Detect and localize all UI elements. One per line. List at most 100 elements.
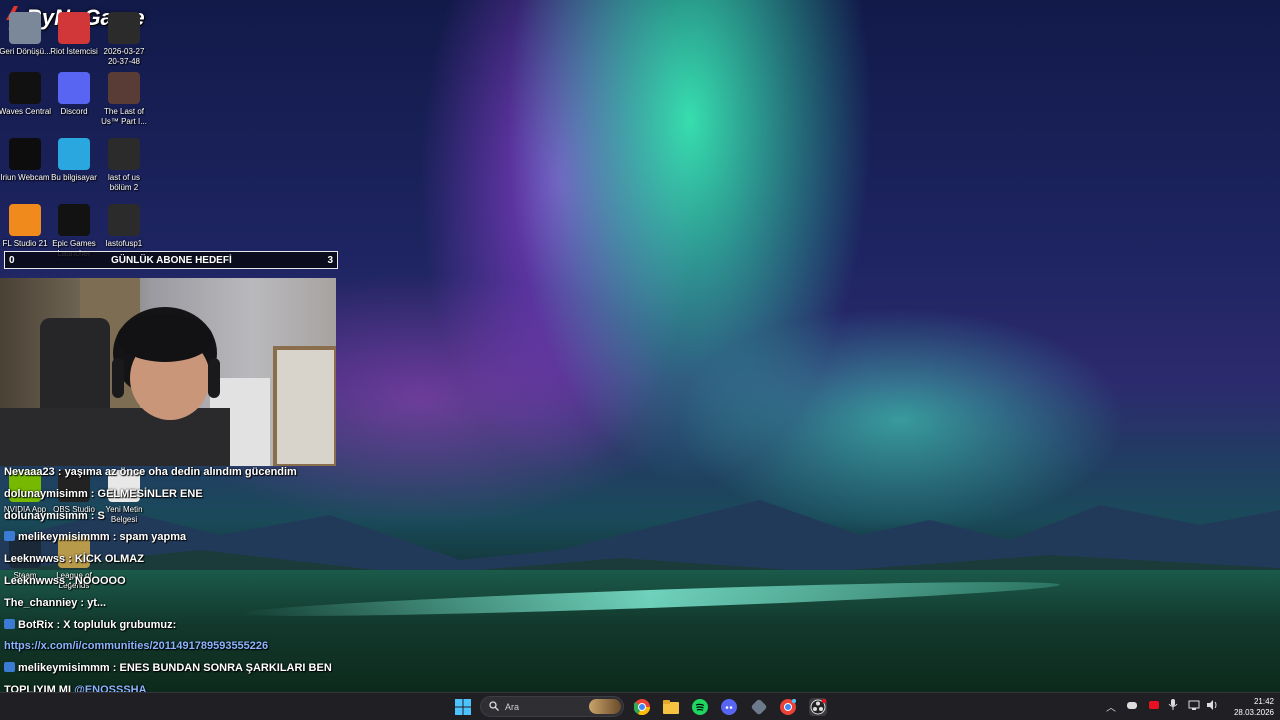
chat-separator: : [65,553,75,566]
chat-username: melikeymisimmm [18,662,110,675]
taskbar: Ara ︿ 21:42 28.03.2026 [0,692,1280,720]
chat-username: The_channiey [4,596,78,609]
desktop-icon-label: last of us bölüm 2 [107,173,140,192]
goal-current: 0 [9,255,15,266]
desktop-icon-label: lastofusp1 [105,239,143,248]
chat-message: BotRix : X topluluk grubumuz: [4,618,177,631]
chat-separator: : [87,509,98,522]
discord-icon [58,72,90,104]
chat-message: dolunaymisimm : S [4,510,105,522]
chat-message: melikeymisimmm : spam yapma [4,531,186,543]
chat-message: melikeymisimmm : ENES BUNDAN SONRA ŞARKI… [4,662,332,674]
webcam-feed [0,278,336,466]
desktop-icon-label: Yeni Metin Belgesi [105,505,143,524]
volume-icon[interactable] [1206,699,1218,714]
desktop-icon-label: Bu bilgisayar [51,173,97,182]
windows-start-icon [455,699,471,715]
desktop-icon-label: Iriun Webcam [0,173,50,182]
chat-separator: : [77,596,88,609]
video-file-icon [108,12,140,44]
chrome-icon[interactable] [633,698,651,716]
epic-games-icon [58,204,90,236]
chat-text: X topluluk grubumuz: [63,618,177,631]
chat-separator: : [109,531,120,544]
this-pc-icon [58,138,90,170]
chat-message: The_channiey : yt... [4,597,106,609]
chat-separator: : [54,466,65,478]
desktop-icon[interactable]: Discord [47,72,101,117]
desktop-icon-label: Riot İstemcisi [50,47,98,56]
discord-tray-icon[interactable] [1126,699,1138,714]
platform-badge-icon [4,662,15,673]
chat-text: yaşıma az önce oha dedin alındım gücendi… [64,466,297,478]
chat-text: spam yapma [119,531,187,544]
chat-username: Leeknwwss [4,575,66,587]
chat-separator: : [65,575,75,587]
discord-taskbar-icon[interactable] [720,698,738,716]
search-highlight-image [589,699,621,714]
obs-taskbar-icon[interactable] [809,698,827,716]
taskbar-search-box[interactable]: Ara [480,696,624,717]
desktop-icon[interactable]: last of us bölüm 2 [97,138,151,193]
waves-central-icon [9,72,41,104]
chrome-profile-icon[interactable] [779,698,797,716]
chat-username: dolunaymisimm [4,487,88,500]
desktop-icon[interactable]: 2026-03-27 20-37-48 [97,12,151,67]
desktop-icon[interactable]: FL Studio 21 [0,204,52,249]
microphone-icon[interactable] [1168,699,1178,714]
platform-badge-icon [4,531,15,542]
chat-message: Nevaaa23 : yaşıma az önce oha dedin alın… [4,466,297,478]
webcam-overlay [0,278,336,466]
clock-time: 21:42 [1253,697,1274,706]
fl-studio-icon [9,204,41,236]
chat-username: melikeymisimmm [18,531,110,544]
daily-subscriber-goal-bar: 0 GÜNLÜK ABONE HEDEFİ 3 [4,251,338,269]
search-placeholder: Ara [505,702,520,712]
search-icon [489,701,499,713]
video-file-icon [108,138,140,170]
desktop-icon[interactable]: Riot İstemcisi [47,12,101,57]
chat-link[interactable]: https://x.com/i/communities/201149178959… [4,640,268,652]
riot-client-icon [58,12,90,44]
desktop-icon[interactable]: The Last of Us™ Part I... [97,72,151,127]
desktop-icon-label: Discord [60,107,88,116]
video-file-icon [108,204,140,236]
chat-text: GELMESİNLER ENE [97,487,203,500]
chat-text: ENES BUNDAN SONRA ŞARKILARI BEN [119,662,332,675]
goal-target: 3 [327,255,333,266]
chat-message: https://x.com/i/communities/201149178959… [4,640,268,652]
chat-username: BotRix [18,618,54,631]
chat-text: KİCK OLMAZ [74,553,144,566]
iriun-webcam-icon [9,138,41,170]
record-tray-icon[interactable] [1148,699,1160,714]
chat-text: S [97,509,105,522]
chat-username: Nevaaa23 [4,466,55,478]
desktop-icon[interactable]: Bu bilgisayar [47,138,101,183]
goal-title: GÜNLÜK ABONE HEDEFİ [111,255,232,266]
network-icon[interactable] [1188,699,1200,714]
chat-message: dolunaymisimm : GELMESİNLER ENE [4,488,203,500]
app-shortcut-icon[interactable] [750,698,768,716]
desktop-icon-label: Geri Dönüşü... [0,47,51,56]
recycle-bin-icon [9,12,41,44]
desktop-icon[interactable]: Iriun Webcam [0,138,52,183]
platform-badge-icon [4,618,15,629]
show-hidden-icons-chevron-icon[interactable]: ︿ [1106,699,1116,714]
spotify-icon[interactable] [691,698,709,716]
chat-username: Leeknwwss [4,553,66,566]
chat-message: Leeknwwss : NOOOOO [4,575,126,587]
desktop-icon[interactable]: Waves Central [0,72,52,117]
clock-date: 28.03.2026 [1233,708,1274,717]
system-clock[interactable]: 21:42 28.03.2026 [1234,696,1274,718]
file-explorer-icon[interactable] [662,698,680,716]
desktop-icon-label: The Last of Us™ Part I... [101,107,147,126]
start-button[interactable] [454,698,472,716]
chat-text: NOOOOO [74,575,126,587]
chat-text: yt... [87,596,107,609]
chat-separator: : [87,487,98,500]
desktop-icon[interactable]: Geri Dönüşü... [0,12,52,57]
desktop-icon[interactable]: lastofusp1 [97,204,151,249]
chat-separator: : [109,662,120,675]
desktop-icon-label: FL Studio 21 [2,239,48,248]
game-shortcut-icon [108,72,140,104]
